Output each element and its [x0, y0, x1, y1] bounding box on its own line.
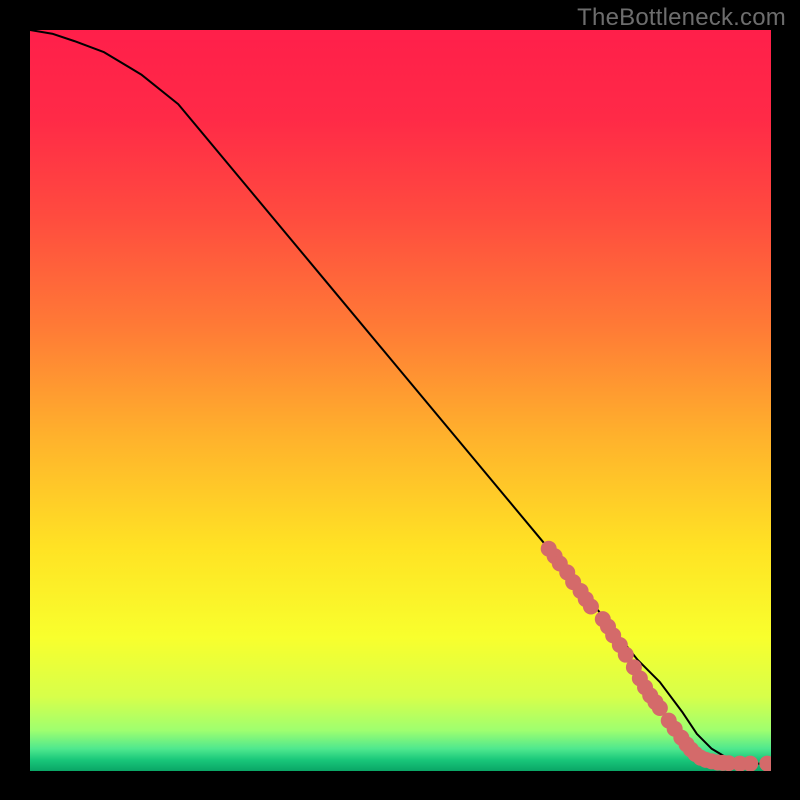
- plot-area: [30, 30, 771, 771]
- chart-frame: TheBottleneck.com: [0, 0, 800, 800]
- gradient-background: [30, 30, 771, 771]
- scatter-dot: [583, 599, 599, 615]
- watermark-text: TheBottleneck.com: [577, 4, 786, 32]
- chart-svg: [30, 30, 771, 771]
- scatter-dot: [742, 756, 758, 771]
